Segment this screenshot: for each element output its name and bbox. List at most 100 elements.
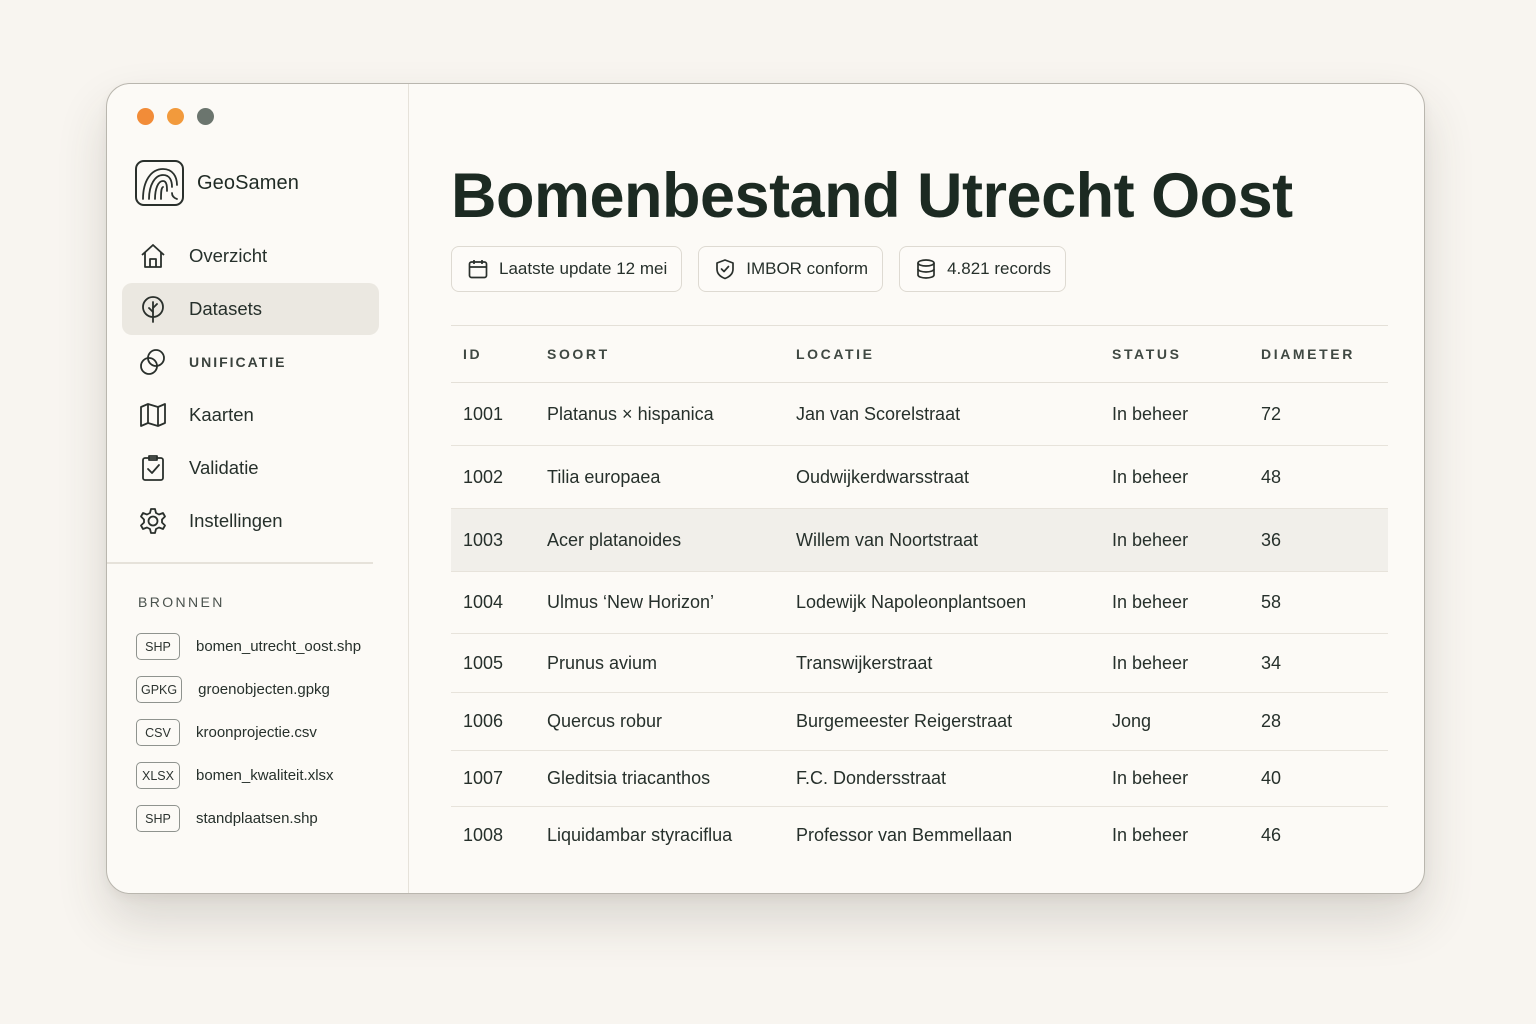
source-item[interactable]: SHP bomen_utrecht_oost.shp bbox=[136, 625, 361, 668]
source-filename: kroonprojectie.csv bbox=[196, 724, 317, 741]
pill-text: IMBOR conform bbox=[746, 259, 869, 278]
source-filename: groenobjecten.gpkg bbox=[198, 681, 330, 698]
table-row-highlighted[interactable]: 1003 Acer platanoides Willem van Noortst… bbox=[451, 509, 1388, 572]
source-filename: bomen_kwaliteit.xlsx bbox=[196, 767, 334, 784]
source-item[interactable]: XLSX bomen_kwaliteit.xlsx bbox=[136, 754, 361, 797]
cell-status: In beheer bbox=[1112, 403, 1189, 424]
cell-status: In beheer bbox=[1112, 466, 1189, 487]
file-type-badge: SHP bbox=[136, 633, 180, 660]
calendar-icon bbox=[466, 257, 490, 281]
file-type-badge: SHP bbox=[136, 805, 180, 832]
cell-soort: Prunus avium bbox=[547, 652, 658, 673]
file-type-badge: XLSX bbox=[136, 762, 180, 789]
cell-soort: Tilia europaea bbox=[547, 466, 661, 487]
sources-list: SHP bomen_utrecht_oost.shp GPKG groenobj… bbox=[136, 625, 361, 840]
table-row[interactable]: 1005 Prunus avium Transwijkerstraat In b… bbox=[451, 634, 1388, 693]
sidebar-item-instellingen[interactable]: Instellingen bbox=[122, 495, 379, 547]
sidebar-item-kaarten[interactable]: Kaarten bbox=[122, 389, 379, 441]
cell-locatie: Willem van Noortstraat bbox=[796, 529, 979, 550]
app-window: GeoSamen Overzicht Datasets UNIFICATIE K… bbox=[106, 83, 1425, 894]
window-zoom-button[interactable] bbox=[197, 108, 214, 125]
main-content: Bomenbestand Utrecht Oost Laatste update… bbox=[451, 84, 1388, 893]
table-row[interactable]: 1002 Tilia europaea Oudwijkerdwarsstraat… bbox=[451, 446, 1388, 509]
sidebar-item-unificatie[interactable]: UNIFICATIE bbox=[122, 336, 379, 388]
cell-locatie: Burgemeester Reigerstraat bbox=[796, 711, 1013, 731]
cell-diameter: 48 bbox=[1261, 466, 1282, 487]
cell-id: 1002 bbox=[463, 466, 504, 487]
brand-logo[interactable]: GeoSamen bbox=[135, 160, 299, 206]
cell-locatie: Professor van Bemmellaan bbox=[796, 824, 1013, 845]
table-row[interactable]: 1004 Ulmus ‘New Horizon’ Lodewijk Napole… bbox=[451, 572, 1388, 634]
map-icon bbox=[137, 400, 168, 431]
window-minimize-button[interactable] bbox=[167, 108, 184, 125]
clipboard-check-icon bbox=[137, 453, 168, 484]
cell-soort: Liquidambar styraciflua bbox=[547, 824, 733, 845]
overlap-circles-icon bbox=[137, 347, 168, 378]
cell-diameter: 46 bbox=[1261, 824, 1282, 845]
pill-text: 4.821 records bbox=[947, 259, 1052, 278]
pill-text: Laatste update 12 mei bbox=[499, 259, 668, 278]
table-row[interactable]: 1007 Gleditsia triacanthos F.C. Donderss… bbox=[451, 751, 1388, 807]
cell-id: 1005 bbox=[463, 652, 504, 673]
cell-locatie: Jan van Scorelstraat bbox=[796, 403, 961, 424]
sidebar: GeoSamen Overzicht Datasets UNIFICATIE K… bbox=[107, 84, 409, 893]
cell-diameter: 58 bbox=[1261, 592, 1282, 612]
cell-diameter: 72 bbox=[1261, 403, 1282, 424]
sidebar-divider bbox=[107, 562, 373, 564]
table-row[interactable]: 1008 Liquidambar styraciflua Professor v… bbox=[451, 807, 1388, 863]
sidebar-item-label: Kaarten bbox=[189, 404, 254, 425]
cell-diameter: 28 bbox=[1261, 711, 1282, 731]
window-close-button[interactable] bbox=[137, 108, 154, 125]
cell-id: 1006 bbox=[463, 711, 504, 731]
cell-locatie: Oudwijkerdwarsstraat bbox=[796, 466, 970, 487]
cell-soort: Platanus × hispanica bbox=[547, 403, 714, 424]
gear-icon bbox=[137, 506, 168, 537]
table-row[interactable]: 1001 Platanus × hispanica Jan van Scorel… bbox=[451, 383, 1388, 446]
brand-name: GeoSamen bbox=[197, 171, 299, 194]
sidebar-item-datasets[interactable]: Datasets bbox=[122, 283, 379, 335]
sidebar-item-label: Validatie bbox=[189, 457, 259, 478]
sidebar-item-label: Datasets bbox=[189, 298, 263, 319]
cell-locatie: Transwijkerstraat bbox=[796, 652, 933, 673]
source-filename: standplaatsen.shp bbox=[196, 810, 318, 827]
source-item[interactable]: CSV kroonprojectie.csv bbox=[136, 711, 361, 754]
column-header-locatie[interactable]: LOCATIE bbox=[796, 346, 1112, 362]
cell-soort: Gleditsia triacanthos bbox=[547, 768, 711, 788]
column-header-soort[interactable]: SOORT bbox=[547, 346, 796, 362]
table-header: ID SOORT LOCATIE STATUS DIAMETER bbox=[451, 325, 1388, 383]
cell-status: Jong bbox=[1112, 711, 1152, 731]
cell-id: 1008 bbox=[463, 824, 504, 845]
contour-logo-icon bbox=[135, 160, 184, 206]
source-item[interactable]: GPKG groenobjecten.gpkg bbox=[136, 668, 361, 711]
column-header-status[interactable]: STATUS bbox=[1112, 346, 1261, 362]
last-update-pill: Laatste update 12 mei bbox=[451, 246, 683, 292]
cell-diameter: 36 bbox=[1261, 529, 1282, 550]
sidebar-item-overzicht[interactable]: Overzicht bbox=[122, 230, 379, 282]
source-item[interactable]: SHP standplaatsen.shp bbox=[136, 797, 361, 840]
table-row[interactable]: 1006 Quercus robur Burgemeester Reigerst… bbox=[451, 693, 1388, 751]
sidebar-item-label: Overzicht bbox=[189, 245, 268, 266]
cell-locatie: Lodewijk Napoleonplantsoen bbox=[796, 592, 1027, 612]
cell-locatie: F.C. Dondersstraat bbox=[796, 768, 947, 788]
sidebar-item-label: Instellingen bbox=[189, 510, 283, 531]
home-icon bbox=[137, 241, 168, 272]
tree-icon bbox=[137, 294, 168, 325]
cell-id: 1007 bbox=[463, 768, 504, 788]
cell-diameter: 40 bbox=[1261, 768, 1282, 788]
data-table: ID SOORT LOCATIE STATUS DIAMETER 1001 Pl… bbox=[451, 325, 1388, 863]
page-title: Bomenbestand Utrecht Oost bbox=[451, 161, 1293, 231]
cell-id: 1004 bbox=[463, 592, 504, 612]
column-header-id[interactable]: ID bbox=[451, 346, 547, 362]
database-icon bbox=[914, 257, 938, 281]
sources-title: BRONNEN bbox=[138, 594, 225, 610]
cell-diameter: 34 bbox=[1261, 652, 1282, 673]
cell-id: 1003 bbox=[463, 529, 504, 550]
cell-status: In beheer bbox=[1112, 768, 1189, 788]
column-header-diameter[interactable]: DIAMETER bbox=[1261, 346, 1381, 362]
shield-check-icon bbox=[713, 257, 737, 281]
cell-status: In beheer bbox=[1112, 592, 1189, 612]
imbor-pill: IMBOR conform bbox=[698, 246, 884, 292]
window-controls bbox=[137, 108, 214, 125]
cell-id: 1001 bbox=[463, 403, 504, 424]
sidebar-item-validatie[interactable]: Validatie bbox=[122, 442, 379, 494]
